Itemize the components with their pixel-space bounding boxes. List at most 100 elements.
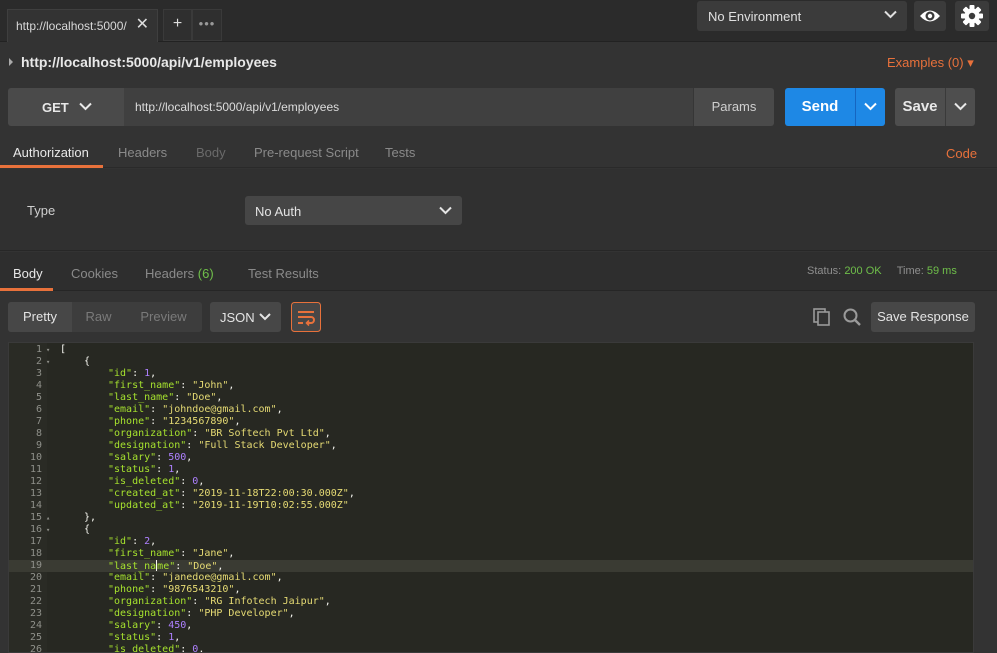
- tab-tests[interactable]: Tests: [385, 145, 415, 160]
- code-token: :: [150, 572, 163, 583]
- code-token: :: [180, 476, 193, 487]
- plus-icon[interactable]: +: [163, 9, 192, 41]
- wrap-lines-button[interactable]: [291, 302, 321, 332]
- fold-toggle-icon[interactable]: ▾: [46, 524, 50, 536]
- code-link[interactable]: Code: [946, 146, 977, 161]
- tab-response-body[interactable]: Body: [13, 266, 43, 281]
- code-token: 500: [168, 452, 187, 463]
- tab-pre-request-script[interactable]: Pre-request Script: [254, 145, 359, 160]
- time-label: Time:: [896, 265, 924, 277]
- code-token: "1234567890": [162, 416, 235, 427]
- request-tabs: Authorization Headers Body Pre-request S…: [0, 138, 997, 168]
- line-number: 12: [29, 476, 42, 487]
- code-token: :: [150, 404, 163, 415]
- line-number: 11: [29, 464, 42, 475]
- response-meta: Status: 200 OK Time: 59 ms: [807, 265, 957, 277]
- fold-toggle-icon[interactable]: ▾: [46, 344, 50, 356]
- code-line: 2 ▾ {: [9, 356, 973, 368]
- response-body-editor[interactable]: 1 ▾ [2 ▾ {3 "id": 1, 4 "first_name": "John", 5 "l…: [8, 342, 974, 653]
- code-token: :: [180, 488, 193, 499]
- code-token: "status": [108, 464, 157, 475]
- code-line: 9 "designation": "Full Stack Developer",: [9, 440, 973, 452]
- code-line: 13 "created_at": "2019-11-18T22:00:30.000…: [9, 488, 973, 500]
- code-text: "organization": "BR Softech Pvt Ltd",: [108, 428, 331, 440]
- line-number: 9: [35, 440, 42, 451]
- top-tab-bar: http://localhost:5000/ ✕ + ••• No Enviro…: [0, 0, 997, 42]
- preview-button[interactable]: Preview: [125, 302, 202, 332]
- code-token: :: [132, 536, 145, 547]
- code-token: "John": [192, 380, 229, 391]
- code-token: "phone": [108, 584, 151, 595]
- chevron-down-icon: [864, 102, 877, 111]
- method-select[interactable]: GET: [8, 88, 124, 126]
- code-token: "salary": [108, 620, 157, 631]
- tab-test-results[interactable]: Test Results: [248, 266, 319, 281]
- code-text: "salary": 450,: [108, 620, 192, 632]
- code-text: "created_at": "2019-11-18T22:00:30.000Z"…: [108, 488, 355, 500]
- request-title[interactable]: http://localhost:5000/api/v1/employees: [21, 54, 277, 70]
- code-lines: 1 ▾ [2 ▾ {3 "id": 1, 4 "first_name": "John", 5 "l…: [9, 344, 973, 653]
- environment-quick-look-button[interactable]: [914, 1, 946, 31]
- tab-cookies[interactable]: Cookies: [71, 266, 118, 281]
- code-token: {: [84, 524, 91, 535]
- auth-type-select[interactable]: No Auth: [245, 196, 462, 225]
- request-tab[interactable]: http://localhost:5000/ ✕: [7, 9, 158, 42]
- code-token: :: [180, 500, 193, 511]
- more-icon[interactable]: •••: [192, 9, 222, 41]
- time-value[interactable]: 59 ms: [927, 265, 957, 277]
- copy-button[interactable]: [812, 307, 832, 327]
- code-token: "Full Stack Developer": [198, 440, 331, 451]
- code-token: ,: [228, 548, 235, 559]
- code-line: 22 "organization": "RG Infotech Jaipur",: [9, 596, 973, 608]
- code-token: :: [192, 428, 205, 439]
- line-number: 14: [29, 500, 42, 511]
- tab-authorization[interactable]: Authorization: [13, 145, 89, 160]
- save-options-button[interactable]: [945, 88, 975, 126]
- examples-dropdown[interactable]: Examples (0) ▾: [887, 55, 974, 71]
- code-token: :: [156, 464, 169, 475]
- line-number: 21: [29, 584, 42, 595]
- format-select[interactable]: JSON: [210, 302, 281, 332]
- code-token: :: [156, 632, 169, 643]
- line-number: 4: [35, 380, 42, 391]
- environment-select[interactable]: No Environment: [697, 1, 907, 31]
- line-number: 10: [29, 452, 42, 463]
- send-options-button[interactable]: [855, 88, 885, 126]
- close-icon[interactable]: ✕: [136, 17, 149, 33]
- settings-button[interactable]: [955, 1, 989, 31]
- status-badge[interactable]: 200 OK: [844, 265, 881, 277]
- response-headers-count: (6): [197, 266, 214, 281]
- search-button[interactable]: [842, 307, 862, 327]
- tab-response-headers[interactable]: Headers (6): [145, 266, 214, 281]
- code-token: ,: [198, 644, 205, 653]
- url-input[interactable]: [124, 88, 694, 126]
- code-line: 1 ▾ [: [9, 344, 973, 356]
- expand-caret-icon[interactable]: [9, 58, 13, 66]
- raw-button[interactable]: Raw: [72, 302, 125, 332]
- code-line: 16 ▾ {: [9, 524, 973, 536]
- line-number: 25: [29, 632, 42, 643]
- save-response-button[interactable]: Save Response: [871, 302, 975, 332]
- fold-toggle-icon[interactable]: ▾: [46, 356, 50, 368]
- code-text: [: [60, 344, 66, 356]
- code-text: "id": 1,: [108, 368, 156, 380]
- chevron-down-icon: [884, 10, 897, 19]
- code-line: 21 "phone": "9876543210",: [9, 584, 973, 596]
- code-text: "email": "janedoe@gmail.com",: [108, 572, 283, 584]
- code-line: 5 "last_name": "Doe",: [9, 392, 973, 404]
- fold-toggle-icon[interactable]: ▴: [46, 512, 50, 524]
- code-token: "last_name": [108, 392, 175, 403]
- code-token: :: [192, 596, 205, 607]
- tab-body[interactable]: Body: [196, 145, 226, 160]
- method-label: GET: [42, 100, 69, 115]
- pretty-button[interactable]: Pretty: [8, 302, 72, 332]
- code-text: {: [84, 524, 90, 536]
- code-token: "status": [108, 632, 157, 643]
- save-button[interactable]: Save: [895, 88, 945, 126]
- code-token: :: [180, 644, 193, 653]
- code-token: "Jane": [192, 548, 229, 559]
- send-button[interactable]: Send: [785, 88, 855, 126]
- params-button[interactable]: Params: [693, 88, 774, 126]
- code-text: "id": 2,: [108, 536, 156, 548]
- tab-headers[interactable]: Headers: [118, 145, 167, 160]
